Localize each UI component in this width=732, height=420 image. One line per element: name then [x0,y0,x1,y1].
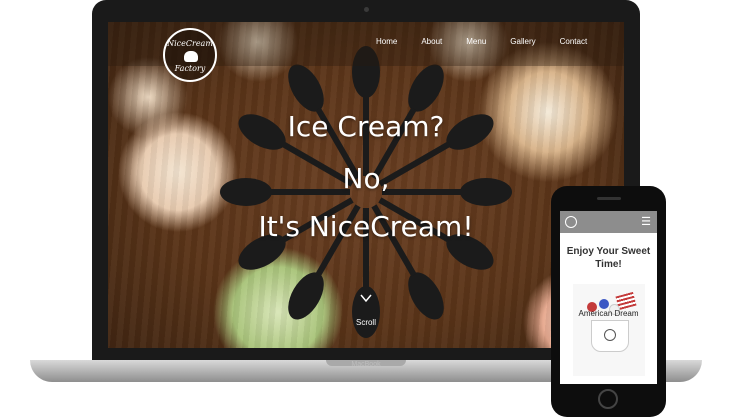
phone-screen: ☰ Enjoy Your Sweet Time! American Dream [560,211,657,384]
site-logo[interactable]: NiceCream Factory [163,28,217,82]
nav-menu[interactable]: Menu [466,37,486,46]
phone-device: ☰ Enjoy Your Sweet Time! American Dream [551,186,666,417]
phone-speaker [597,197,621,200]
nav-gallery[interactable]: Gallery [510,37,535,46]
nav-about[interactable]: About [421,37,442,46]
phone-home-button[interactable] [598,389,618,409]
logo-bottom-text: Factory [174,64,206,73]
cup-logo [604,329,616,341]
hamburger-icon[interactable]: ☰ [640,216,652,228]
topping-blue [599,299,609,309]
phone-title: Enjoy Your Sweet Time! [566,246,651,270]
hero-line-1: Ice Cream? [287,110,445,143]
hero-line-2: No, [342,162,390,195]
chevron-down-icon[interactable] [360,292,372,304]
logo-top-text: NiceCream [167,39,213,48]
ice-cream-icon [184,51,198,62]
hero-line-3: It's NiceCream! [258,210,474,243]
website-screen: NiceCream Factory Home About Menu Galler… [108,22,624,348]
nav-contact[interactable]: Contact [560,37,588,46]
nav-home[interactable]: Home [376,37,397,46]
laptop-camera [364,7,369,12]
phone-logo[interactable] [565,216,577,228]
product-card-label[interactable]: American Dream [560,309,657,318]
nav-links: Home About Menu Gallery Contact [376,37,611,46]
phone-navbar: ☰ [560,211,657,233]
ice-cream-cup-icon [591,320,629,352]
scroll-label[interactable]: Scroll [108,318,624,327]
product-card[interactable] [573,284,645,376]
